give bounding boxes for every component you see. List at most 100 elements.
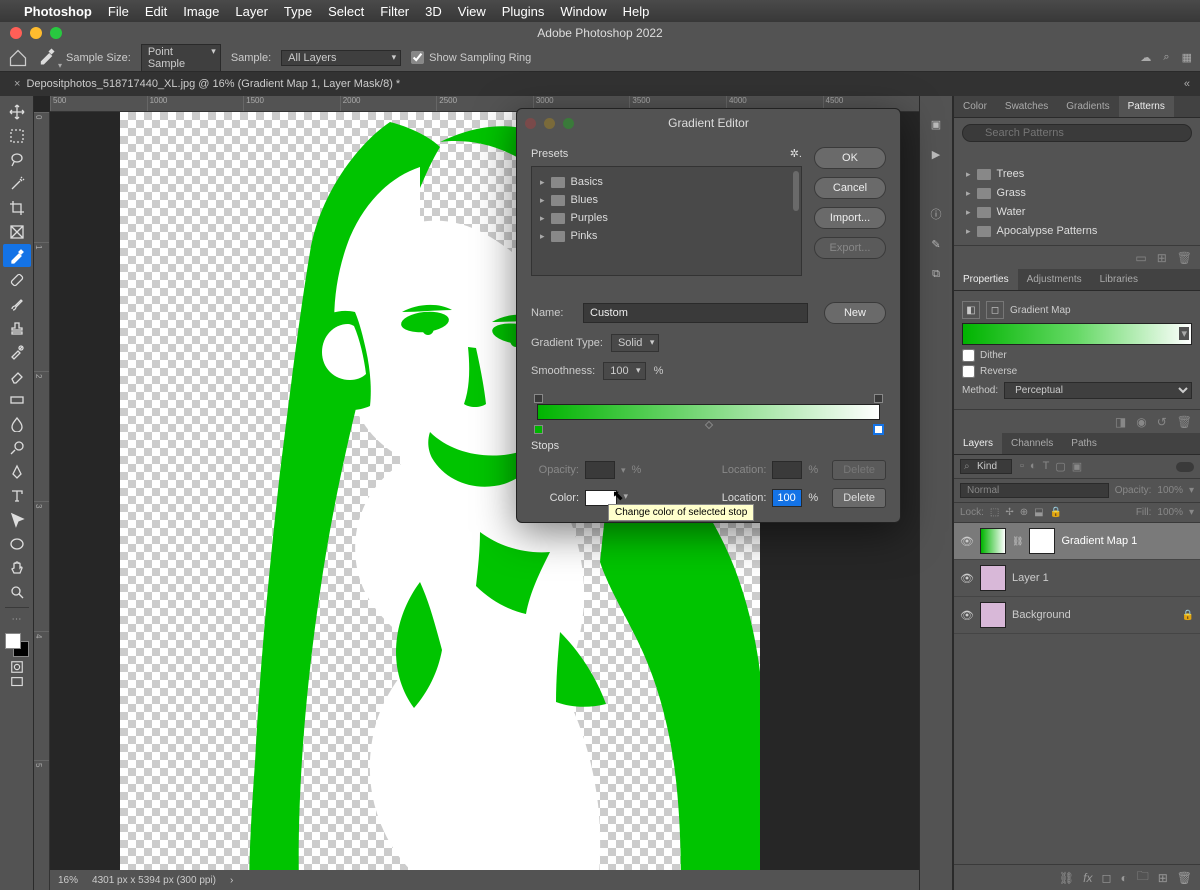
layer-name[interactable]: Layer 1 — [1012, 572, 1049, 584]
mask-type-icon[interactable]: ◻ — [986, 301, 1004, 319]
lock-indicator-icon[interactable]: 🔒 — [1182, 610, 1194, 621]
path-select-tool[interactable] — [3, 508, 31, 531]
frame-tool[interactable] — [3, 220, 31, 243]
tab-paths[interactable]: Paths — [1062, 433, 1106, 454]
window-close-button[interactable] — [10, 27, 22, 39]
clip-icon[interactable]: ◨ — [1115, 415, 1126, 429]
healing-tool[interactable] — [3, 268, 31, 291]
doc-info-arrow-icon[interactable]: › — [230, 875, 233, 886]
menu-type[interactable]: Type — [284, 4, 312, 19]
color-stop-right[interactable] — [874, 425, 883, 434]
tab-adjustments[interactable]: Adjustments — [1018, 269, 1091, 290]
brush-tool[interactable] — [3, 292, 31, 315]
tab-patterns[interactable]: Patterns — [1119, 96, 1174, 117]
layer-style-icon[interactable]: fx — [1083, 871, 1092, 885]
ruler-vertical[interactable]: 012345 — [34, 112, 50, 890]
view-previous-icon[interactable]: ◉ — [1136, 415, 1146, 429]
actions-panel-icon[interactable]: ▶ — [926, 144, 946, 164]
dialog-zoom-button[interactable] — [563, 118, 574, 129]
reset-icon[interactable]: ↺ — [1157, 415, 1167, 429]
filter-toggle[interactable] — [1176, 462, 1194, 472]
pattern-folder[interactable]: Apocalypse Patterns — [962, 223, 1192, 239]
layer-name[interactable]: Background — [1012, 609, 1071, 621]
stop-color-location-input[interactable] — [772, 489, 802, 507]
color-stop-left[interactable] — [534, 425, 543, 434]
filter-adjust-icon[interactable]: ◐ — [1030, 460, 1037, 473]
gradient-ramp[interactable] — [537, 404, 880, 420]
layer-row[interactable]: 👁 Background 🔒 — [954, 597, 1200, 634]
menu-filter[interactable]: Filter — [380, 4, 409, 19]
ok-button[interactable]: OK — [814, 147, 886, 169]
menu-3d[interactable]: 3D — [425, 4, 442, 19]
preset-folder[interactable]: Blues — [538, 191, 795, 209]
method-select[interactable]: Perceptual — [1004, 382, 1192, 399]
new-group-icon[interactable]: ▭ — [1135, 251, 1146, 265]
gradient-name-input[interactable] — [583, 303, 808, 323]
preset-folder[interactable]: Purples — [538, 209, 795, 227]
visibility-icon[interactable]: 👁 — [960, 609, 974, 622]
new-gradient-button[interactable]: New — [824, 302, 886, 324]
quickmask-icon[interactable] — [10, 660, 24, 674]
menu-help[interactable]: Help — [623, 4, 650, 19]
gradient-editor-dialog[interactable]: Gradient Editor Presets ✲. Basics Blues … — [516, 108, 901, 523]
delete-color-stop-button[interactable]: Delete — [832, 488, 886, 508]
edit-toolbar-icon[interactable]: ⋯ — [3, 612, 31, 626]
cloud-icon[interactable]: ☁ — [1140, 51, 1151, 64]
blur-tool[interactable] — [3, 412, 31, 435]
eyedropper-tool-icon[interactable]: ▾ — [38, 47, 56, 68]
lasso-tool[interactable] — [3, 148, 31, 171]
sample-size-select[interactable]: Point Sample — [141, 44, 221, 72]
lock-artboard-icon[interactable]: ⬓ — [1034, 507, 1043, 518]
layer-mask-thumbnail[interactable] — [1029, 528, 1055, 554]
move-tool[interactable] — [3, 100, 31, 123]
tab-layers[interactable]: Layers — [954, 433, 1002, 454]
screenmode-icon[interactable] — [10, 675, 24, 689]
window-minimize-button[interactable] — [30, 27, 42, 39]
filter-type-icon[interactable]: T — [1043, 460, 1050, 473]
layer-thumbnail[interactable] — [980, 528, 1006, 554]
layer-row[interactable]: 👁 ⛓ Gradient Map 1 — [954, 523, 1200, 560]
filter-smart-icon[interactable]: ▣ — [1072, 460, 1082, 473]
marquee-tool[interactable] — [3, 124, 31, 147]
tab-libraries[interactable]: Libraries — [1091, 269, 1147, 290]
tab-gradients[interactable]: Gradients — [1057, 96, 1118, 117]
new-layer-icon[interactable]: ⊞ — [1158, 871, 1168, 885]
patterns-search-input[interactable] — [962, 124, 1192, 142]
doc-info[interactable]: 4301 px x 5394 px (300 ppi) — [92, 875, 216, 886]
tab-color[interactable]: Color — [954, 96, 996, 117]
menu-edit[interactable]: Edit — [145, 4, 167, 19]
dialog-minimize-button[interactable] — [544, 118, 555, 129]
layer-filter-select[interactable]: Kind — [960, 459, 1012, 474]
export-button[interactable]: Export... — [814, 237, 886, 259]
search-icon[interactable]: ⌕ — [1163, 51, 1169, 64]
crop-tool[interactable] — [3, 196, 31, 219]
adjustment-layer-icon[interactable]: ◐ — [1120, 871, 1127, 885]
collapse-panels-icon[interactable]: « — [1174, 78, 1200, 90]
clone-panel-icon[interactable]: ⧉ — [926, 264, 946, 284]
visibility-icon[interactable]: 👁 — [960, 572, 974, 585]
show-sampling-ring-checkbox[interactable] — [411, 51, 424, 64]
gradient-type-select[interactable]: Solid — [611, 334, 659, 352]
workspace-icon[interactable]: ▦ — [1182, 51, 1192, 64]
layer-thumbnail[interactable] — [980, 602, 1006, 628]
gradient-preview[interactable] — [962, 323, 1192, 345]
preset-folder[interactable]: Basics — [538, 173, 795, 191]
close-tab-icon[interactable]: × — [14, 78, 20, 90]
filter-shape-icon[interactable]: ▢ — [1055, 460, 1065, 473]
new-group-icon[interactable]: 🗀 — [1137, 867, 1149, 888]
dialog-close-button[interactable] — [525, 118, 536, 129]
delete-adjustment-icon[interactable]: 🗑 — [1177, 415, 1192, 429]
opacity-stop-left[interactable] — [534, 394, 543, 403]
delete-layer-icon[interactable]: 🗑 — [1177, 871, 1192, 885]
cancel-button[interactable]: Cancel — [814, 177, 886, 199]
menu-file[interactable]: File — [108, 4, 129, 19]
fill-value[interactable]: 100% — [1157, 507, 1183, 518]
presets-scrollbar[interactable] — [793, 171, 799, 211]
history-brush-tool[interactable] — [3, 340, 31, 363]
menu-plugins[interactable]: Plugins — [502, 4, 545, 19]
shape-tool[interactable] — [3, 532, 31, 555]
reverse-checkbox[interactable] — [962, 365, 975, 378]
zoom-level[interactable]: 16% — [58, 875, 78, 886]
document-tab[interactable]: × Depositphotos_518717440_XL.jpg @ 16% (… — [6, 78, 408, 90]
tab-properties[interactable]: Properties — [954, 269, 1018, 290]
